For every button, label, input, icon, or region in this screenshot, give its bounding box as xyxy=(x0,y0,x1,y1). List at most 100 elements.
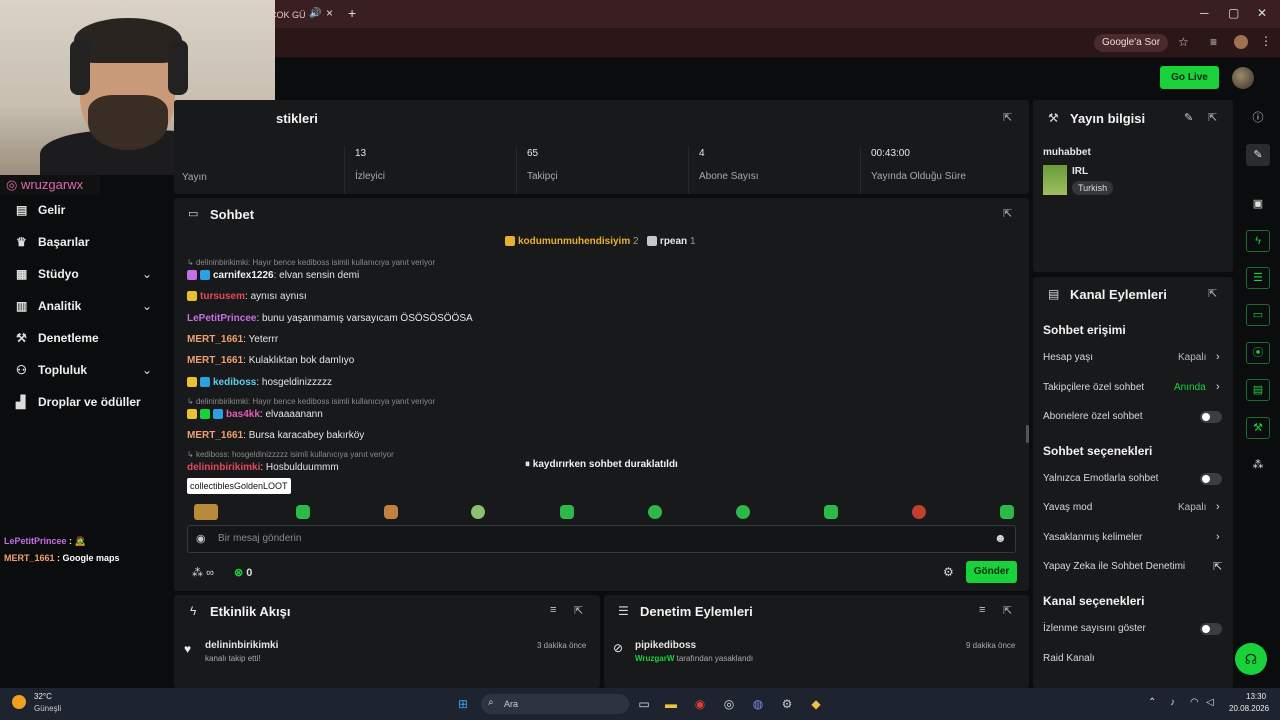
chat-username[interactable]: delininbirikimki xyxy=(187,462,260,473)
actions-icon[interactable]: ▤ xyxy=(1246,379,1270,401)
chat-icon[interactable]: ▭ xyxy=(1246,304,1270,326)
info-icon[interactable]: ⓘ xyxy=(1246,107,1270,129)
google-sor-button[interactable]: Google'a Sor xyxy=(1094,34,1169,52)
go-live-button[interactable]: Go Live xyxy=(1160,66,1219,89)
chat-username[interactable]: LePetitPrincee xyxy=(187,313,256,324)
profile-avatar[interactable] xyxy=(1234,35,1248,49)
speaker-icon[interactable]: 🔊 xyxy=(309,8,321,19)
support-button[interactable]: ☊ xyxy=(1235,643,1267,675)
chat-username[interactable]: MERT_1661 xyxy=(187,430,243,441)
tab-close-icon[interactable]: × xyxy=(326,6,333,20)
pinned-user[interactable]: rpean xyxy=(660,236,687,247)
chevron-right-icon[interactable]: › xyxy=(1216,531,1220,543)
popout-icon[interactable]: ⇱ xyxy=(1208,287,1217,300)
clock-time[interactable]: 13:30 xyxy=(1246,692,1266,701)
emote-icon[interactable] xyxy=(736,505,750,519)
window-close-button[interactable]: ✕ xyxy=(1257,6,1267,20)
points-icon[interactable]: ⁂ xyxy=(1246,454,1270,476)
playlist-icon[interactable]: ≡ xyxy=(1210,35,1217,49)
reply-target-icon[interactable]: ◉ xyxy=(196,532,206,545)
tray-chevron-icon[interactable]: ⌃ xyxy=(1148,697,1156,708)
menu-dots-icon[interactable]: ⋮ xyxy=(1260,34,1272,48)
followers-only-value[interactable]: Anında xyxy=(1174,382,1206,393)
subs-only-toggle[interactable] xyxy=(1200,411,1222,423)
clock-date[interactable]: 20.08.2026 xyxy=(1229,704,1269,713)
chevron-down-icon[interactable]: ⌄ xyxy=(142,267,152,281)
task-view-icon[interactable]: ▭ xyxy=(634,694,654,714)
slow-mode-value[interactable]: Kapalı xyxy=(1178,502,1206,513)
discord-icon[interactable]: ◍ xyxy=(748,694,768,714)
edit-icon[interactable]: ✎ xyxy=(1246,144,1270,166)
external-link-icon[interactable]: ⇱ xyxy=(1213,560,1222,573)
emoji-icon[interactable]: ☻ xyxy=(994,531,1007,545)
points-icon[interactable]: ⁂ ∞ xyxy=(192,566,214,579)
chat-username[interactable]: MERT_1661 xyxy=(187,355,243,366)
moderator-name[interactable]: WruzgarW xyxy=(635,654,674,663)
send-button[interactable]: Gönder xyxy=(966,561,1017,583)
chevron-down-icon[interactable]: ⌄ xyxy=(142,299,152,313)
chevron-right-icon[interactable]: › xyxy=(1216,381,1220,393)
banned-words-label[interactable]: Yasaklanmış kelimeler xyxy=(1043,532,1142,543)
emote-icon[interactable] xyxy=(1000,505,1014,519)
emote-icon[interactable] xyxy=(648,505,662,519)
category-thumbnail[interactable] xyxy=(1043,165,1067,195)
chat-username[interactable]: tursusem xyxy=(200,291,245,302)
ai-moderation-label[interactable]: Yapay Zeka ile Sohbet Denetimi xyxy=(1043,561,1185,572)
popout-icon[interactable]: ⇱ xyxy=(1208,111,1217,124)
show-views-toggle[interactable] xyxy=(1200,623,1222,635)
sidebar-item-gelir[interactable]: ▤ Gelir xyxy=(16,200,65,220)
popout-icon[interactable]: ⇱ xyxy=(1003,604,1012,617)
sidebar-item-basarilar[interactable]: ♛ Başarılar xyxy=(16,232,89,252)
lightning-icon[interactable]: ϟ xyxy=(1246,230,1270,252)
chat-input[interactable] xyxy=(187,525,1016,553)
emote-icon[interactable] xyxy=(471,505,485,519)
raid-label[interactable]: Raid Kanalı xyxy=(1043,653,1095,664)
filter-icon[interactable]: ≡ xyxy=(550,604,556,616)
avatar[interactable] xyxy=(1232,67,1254,89)
emote-icon[interactable] xyxy=(912,505,926,519)
filter-icon[interactable]: ≡ xyxy=(979,604,985,616)
emote-icon[interactable] xyxy=(296,505,310,519)
sidebar-item-droplar[interactable]: ▟ Droplar ve ödüller xyxy=(16,392,141,412)
golden-loot-emote-icon[interactable] xyxy=(194,504,218,520)
popout-icon[interactable]: ⇱ xyxy=(1003,111,1012,124)
chat-scrollbar[interactable] xyxy=(1026,425,1029,443)
emotes-only-toggle[interactable] xyxy=(1200,473,1222,485)
weather-temp[interactable]: 32°C xyxy=(34,692,52,701)
steam-icon[interactable]: ⚙ xyxy=(777,694,797,714)
emote-icon[interactable] xyxy=(560,505,574,519)
sidebar-item-analitik[interactable]: ▥ Analitik xyxy=(16,296,81,316)
obs-icon[interactable]: ◎ xyxy=(719,694,739,714)
file-explorer-icon[interactable]: ▬ xyxy=(661,694,681,714)
star-icon[interactable]: ☆ xyxy=(1178,35,1189,49)
windows-start-icon[interactable]: ⊞ xyxy=(453,694,473,714)
app-icon[interactable]: ◆ xyxy=(806,694,826,714)
new-tab-button[interactable]: + xyxy=(348,5,356,21)
account-age-value[interactable]: Kapalı xyxy=(1178,352,1206,363)
chat-settings-icon[interactable]: ⚙ xyxy=(943,565,954,579)
chevron-down-icon[interactable]: ⌄ xyxy=(142,363,152,377)
popout-icon[interactable]: ⇱ xyxy=(1003,207,1012,220)
category-name[interactable]: IRL xyxy=(1072,166,1088,177)
pinned-user[interactable]: kodumunmuhendisiyim xyxy=(518,236,630,247)
edit-icon[interactable]: ✎ xyxy=(1184,111,1193,124)
maximize-button[interactable]: ▢ xyxy=(1228,6,1239,20)
emote-icon[interactable] xyxy=(824,505,838,519)
kick-points[interactable]: ⊗ 0 xyxy=(234,566,252,579)
volume-icon[interactable]: ◁ xyxy=(1206,697,1214,708)
chrome-icon[interactable]: ◉ xyxy=(690,694,710,714)
stats-icon[interactable]: ▣ xyxy=(1246,193,1270,215)
sidebar-item-studyo[interactable]: ▦ Stüdyo xyxy=(16,264,79,284)
sidebar-item-topluluk[interactable]: ⚇ Topluluk xyxy=(16,360,87,380)
broadcast-icon[interactable]: ⦿ xyxy=(1246,342,1270,364)
chevron-right-icon[interactable]: › xyxy=(1216,501,1220,513)
wrench-icon[interactable]: ⚒ xyxy=(1246,417,1270,439)
wifi-icon[interactable]: ◠ xyxy=(1190,697,1199,708)
list-icon[interactable]: ☰ xyxy=(1246,267,1270,289)
popout-icon[interactable]: ⇱ xyxy=(574,604,583,617)
chevron-right-icon[interactable]: › xyxy=(1216,351,1220,363)
emote-icon[interactable] xyxy=(384,505,398,519)
moderation-user[interactable]: pipikediboss xyxy=(635,640,696,651)
sidebar-item-denetleme[interactable]: ⚒ Denetleme xyxy=(16,328,99,348)
activity-user[interactable]: delininbirikimki xyxy=(205,640,278,651)
